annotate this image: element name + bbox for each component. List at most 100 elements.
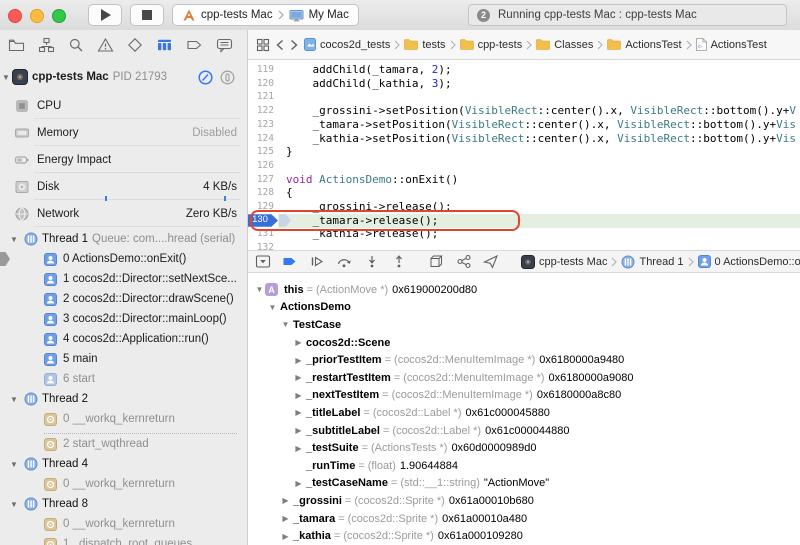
breakpoints-icon[interactable] bbox=[186, 37, 203, 53]
gauge-row-network[interactable]: Network Zero KB/s bbox=[0, 200, 247, 227]
stack-frame-row[interactable]: 3 cocos2d::Director::mainLoop() bbox=[0, 309, 247, 329]
code-line[interactable]: 126 bbox=[248, 159, 800, 173]
disclosure-triangle-icon[interactable]: ▶ bbox=[280, 514, 291, 523]
line-number[interactable]: 123 bbox=[248, 118, 274, 132]
line-number[interactable]: 125 bbox=[248, 145, 274, 159]
code-line[interactable]: 124 _kathia->setPosition(VisibleRect::ce… bbox=[248, 132, 800, 146]
gauge-row-disk[interactable]: Disk 4 KB/s bbox=[0, 173, 247, 201]
issues-icon[interactable] bbox=[97, 37, 114, 53]
breadcrumb-item[interactable]: cocos2d_tests bbox=[304, 38, 390, 51]
line-number[interactable]: 119 bbox=[248, 63, 274, 77]
related-items-icon[interactable] bbox=[256, 38, 270, 52]
variable-row[interactable]: ▶ _testSuite = (ActionsTests *) 0x60d0000989… bbox=[248, 439, 800, 457]
disclosure-triangle-icon[interactable]: ▼ bbox=[8, 460, 20, 469]
disclosure-triangle-icon[interactable]: ▶ bbox=[293, 408, 304, 417]
memory-graph-icon[interactable] bbox=[456, 254, 472, 269]
line-number[interactable]: 128 bbox=[248, 186, 274, 200]
variable-row[interactable]: ▶ _grossini = (cocos2d::Sprite *) 0x61a00010… bbox=[248, 492, 800, 510]
stack-frame-row[interactable]: 5 main bbox=[0, 349, 247, 369]
breakpoints-enabled-icon[interactable] bbox=[282, 254, 298, 269]
variable-row[interactable]: ▶ _testCaseName = (std::__1::string) "Action… bbox=[248, 475, 800, 493]
disclosure-triangle-icon[interactable]: ▼ bbox=[8, 395, 20, 404]
sidebar-divider[interactable] bbox=[247, 30, 248, 545]
forward-button[interactable] bbox=[290, 39, 298, 51]
gauge-row-memory[interactable]: Memory Disabled bbox=[0, 119, 247, 146]
code-line[interactable]: 119 addChild(_tamara, 2); bbox=[248, 63, 800, 77]
code-line[interactable]: 128 { bbox=[248, 186, 800, 200]
variable-row[interactable]: ▼ ActionsDemo bbox=[248, 299, 800, 317]
gauge-row-energy-impact[interactable]: Energy Impact bbox=[0, 146, 247, 173]
disclosure-triangle-icon[interactable]: ▶ bbox=[293, 391, 304, 400]
variable-row[interactable]: ▼ Athis = (ActionMove *) 0x619000200d80 bbox=[248, 281, 800, 299]
breadcrumb-item[interactable]: 0 ActionsDemo::onExit() bbox=[697, 255, 800, 268]
minimize-window-button[interactable] bbox=[30, 9, 44, 23]
stack-frame-row[interactable]: 2 start_wqthread bbox=[0, 434, 247, 454]
search-icon[interactable] bbox=[68, 37, 84, 53]
profile-gauge-button[interactable] bbox=[198, 70, 213, 85]
activity-viewer[interactable]: 2 Running cpp-tests Mac : cpp-tests Mac bbox=[468, 4, 787, 26]
thread-row[interactable]: ▼ Thread 8 bbox=[0, 494, 247, 514]
thread-row[interactable]: ▼ Thread 2 bbox=[0, 389, 247, 409]
breadcrumb-item[interactable]: tests bbox=[404, 39, 446, 51]
breadcrumb-item[interactable]: ActionsTest bbox=[607, 39, 682, 51]
process-row[interactable]: ▼ cpp-tests Mac PID 21793 bbox=[0, 64, 247, 90]
code-line[interactable]: 122 _grossini->setPosition(VisibleRect::… bbox=[248, 104, 800, 118]
disclosure-triangle-icon[interactable]: ▶ bbox=[293, 444, 304, 453]
stack-frame-row[interactable]: 0 __workq_kernreturn bbox=[0, 474, 247, 494]
disclosure-triangle-icon[interactable]: ▶ bbox=[293, 373, 304, 382]
hide-debug-area-icon[interactable] bbox=[255, 254, 271, 269]
disclosure-triangle-icon[interactable]: ▼ bbox=[8, 500, 20, 509]
variable-row[interactable]: ▶ _subtitleLabel = (cocos2d::Label *) 0x61c0… bbox=[248, 422, 800, 440]
source-editor[interactable]: 119 addChild(_tamara, 2); 120 addChild(_k… bbox=[248, 60, 800, 250]
variable-row[interactable]: ▶ _nextTestItem = (cocos2d::MenuItemImage *… bbox=[248, 387, 800, 405]
code-line[interactable]: 121 bbox=[248, 90, 800, 104]
variable-row[interactable]: ▼ TestCase bbox=[248, 316, 800, 334]
variable-row[interactable]: ▶ _titleLabel = (cocos2d::Label *) 0x61c0000… bbox=[248, 404, 800, 422]
step-into-icon[interactable] bbox=[364, 254, 380, 269]
disclosure-triangle-icon[interactable]: ▼ bbox=[280, 320, 291, 329]
breadcrumb-item[interactable]: c- ActionsTest bbox=[695, 38, 767, 51]
tests-icon[interactable] bbox=[127, 37, 143, 53]
variable-row[interactable]: ▶ _restartTestItem = (cocos2d::MenuItemImag… bbox=[248, 369, 800, 387]
disclosure-triangle-icon[interactable]: ▼ bbox=[254, 285, 265, 294]
code-line[interactable]: 127 void ActionsDemo::onExit() bbox=[248, 173, 800, 187]
scheme-selector[interactable]: cpp-tests Mac My Mac bbox=[172, 4, 359, 26]
line-number[interactable]: 120 bbox=[248, 77, 274, 91]
line-number[interactable]: 124 bbox=[248, 132, 274, 146]
stack-frame-row[interactable]: 0 __workq_kernreturn bbox=[0, 514, 247, 534]
code-line[interactable]: 132 bbox=[248, 241, 800, 250]
view-hierarchy-icon[interactable] bbox=[429, 254, 445, 269]
stack-frame-row[interactable]: 6 start bbox=[0, 369, 247, 389]
stack-frame-row[interactable]: 1 cocos2d::Director::setNextSce... bbox=[0, 269, 247, 289]
project-navigator-icon[interactable] bbox=[8, 37, 25, 53]
disclosure-triangle-icon[interactable]: ▶ bbox=[280, 496, 291, 505]
disclosure-triangle-icon[interactable]: ▶ bbox=[293, 338, 304, 347]
source-control-icon[interactable] bbox=[38, 37, 55, 53]
thread-row[interactable]: ▼ Thread 1 Queue: com....hread (serial) bbox=[0, 229, 247, 249]
close-window-button[interactable] bbox=[8, 9, 22, 23]
stack-frame-row[interactable]: 0 ActionsDemo::onExit() bbox=[0, 249, 247, 269]
line-number[interactable]: 121 bbox=[248, 90, 274, 104]
breadcrumb-item[interactable]: cpp-tests bbox=[459, 39, 522, 51]
back-button[interactable] bbox=[276, 39, 284, 51]
disclosure-triangle-icon[interactable]: ▼ bbox=[8, 235, 20, 244]
line-number[interactable]: 127 bbox=[248, 173, 274, 187]
gauge-row-cpu[interactable]: CPU bbox=[0, 92, 247, 119]
breadcrumb-item[interactable]: Thread 1 bbox=[621, 255, 684, 269]
continue-icon[interactable] bbox=[309, 254, 325, 269]
line-number[interactable]: 122 bbox=[248, 104, 274, 118]
stop-button[interactable] bbox=[130, 4, 164, 26]
zoom-window-button[interactable] bbox=[52, 9, 66, 23]
stack-frame-row[interactable]: 1 _dispatch_root_queues bbox=[0, 534, 247, 545]
thread-row[interactable]: ▼ Thread 4 bbox=[0, 454, 247, 474]
stack-frame-row[interactable]: 2 cocos2d::Director::drawScene() bbox=[0, 289, 247, 309]
step-over-icon[interactable] bbox=[336, 254, 353, 269]
variable-row[interactable]: ▶ _tamara = (cocos2d::Sprite *) 0x61a00010a4… bbox=[248, 510, 800, 528]
disclosure-triangle-icon[interactable]: ▶ bbox=[293, 479, 304, 488]
variable-row[interactable]: _runTime = (float) 1.90644884 bbox=[248, 457, 800, 475]
code-line[interactable]: 125} bbox=[248, 145, 800, 159]
breadcrumb-item[interactable]: Classes bbox=[536, 39, 593, 51]
code-line[interactable]: 123 _tamara->setPosition(VisibleRect::ce… bbox=[248, 118, 800, 132]
run-button[interactable] bbox=[88, 4, 122, 26]
debug-gauge-icon[interactable] bbox=[156, 37, 173, 53]
